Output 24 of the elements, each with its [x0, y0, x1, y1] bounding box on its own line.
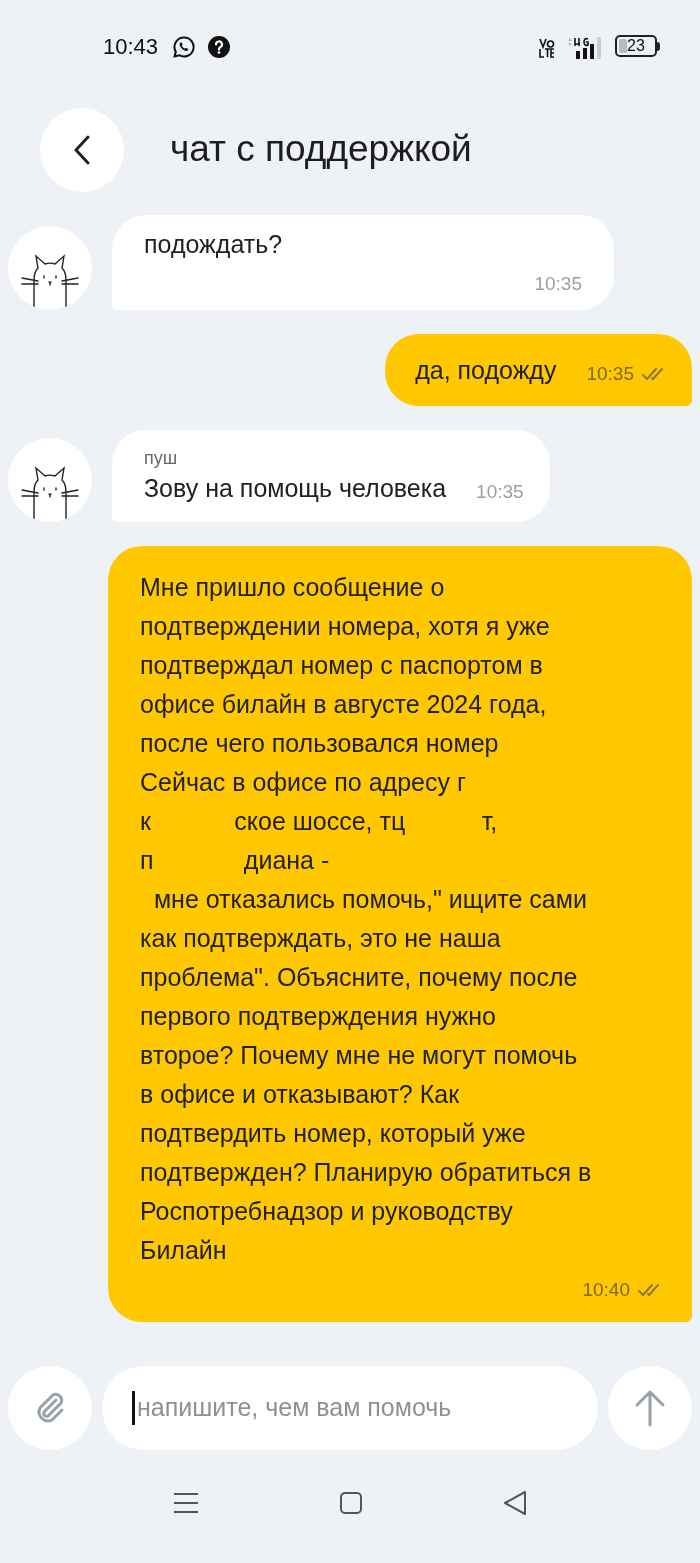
message-text: Зову на помощь человека [144, 473, 447, 504]
message-text: Мне пришло сообщение о подтверждении номера, хотя я уже подтверждал номер с паспортом в офисе билайн в августе 2024 года, после чего пользовался номер Сейчас в офисе по адресу г к ское шоссе, тц т, п диана - мне отказались помочь," ищите сами как подтверждать, это не наша проблема". Объясните, почему после первого подтверждения нужно второе? Почему мне не могут помочь в офисе и отказывают? Как подтвердить номер, который уже подтвержден? Планирую обратиться в Роспотребнадзор и руководству Билайн [140, 572, 593, 1266]
text-cursor [132, 1391, 135, 1425]
menu-icon[interactable] [173, 1492, 199, 1514]
message-input[interactable]: напишите, чем вам помочь [137, 1389, 598, 1427]
back-icon [73, 135, 91, 165]
chat-title: чат с поддержкой [170, 127, 472, 171]
signal-icon [567, 36, 603, 60]
help-icon [208, 36, 231, 58]
message-text: подождать? [144, 229, 284, 260]
message-time: 10:40 [582, 1278, 630, 1302]
volte-icon [539, 38, 555, 58]
status-time: 10:43 [103, 33, 159, 61]
back-icon[interactable] [503, 1490, 527, 1516]
chat-app-icon [172, 35, 197, 59]
message-time: 10:35 [476, 480, 524, 504]
battery-indicator: 23 [615, 35, 657, 57]
message-field[interactable]: напишите, чем вам помочь [102, 1366, 598, 1450]
message-text: да, подожду [415, 355, 557, 386]
home-icon[interactable] [339, 1491, 363, 1515]
sender-name: пуш [144, 447, 179, 470]
arrow-up-icon [634, 1389, 666, 1427]
message-time: 10:35 [534, 272, 582, 296]
message-time: 10:35 [586, 362, 634, 386]
